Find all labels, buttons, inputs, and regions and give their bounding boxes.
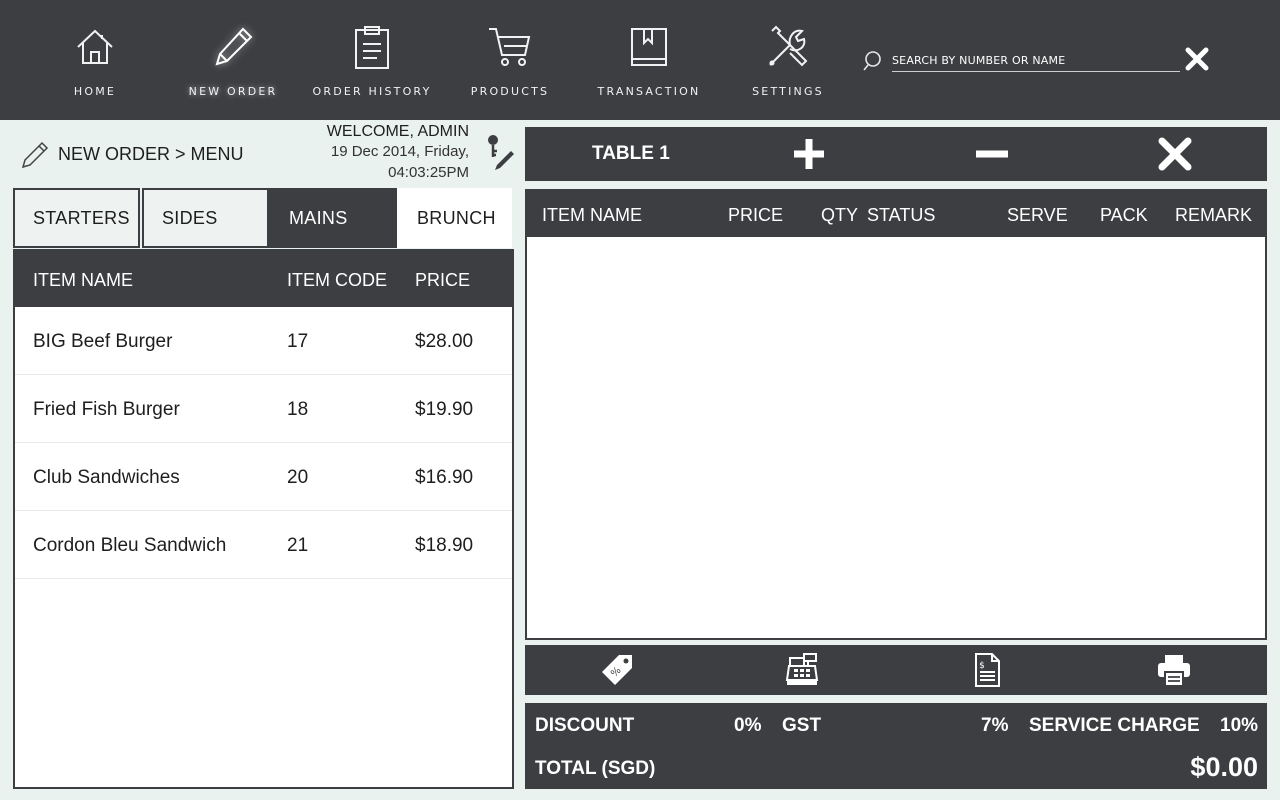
welcome-time: 04:03:25PM [388,164,469,181]
service-charge-value: 10% [1220,715,1259,736]
order-table-header: ITEM NAME PRICE QTY STATUS SERVE PACK RE… [527,191,1265,237]
invoice-icon[interactable]: $ [969,652,1005,688]
item-name: Fried Fish Burger [33,399,180,420]
top-nav-bar: HOME NEW ORDER ORDER HISTORY PRODUCTS TR… [0,0,1280,120]
order-summary: DISCOUNT 0% GST 7% SERVICE CHARGE 10% TO… [525,703,1267,789]
close-search-icon[interactable] [1184,46,1210,72]
gst-value: 7% [981,715,1009,736]
discount-label: DISCOUNT [535,715,635,736]
menu-row[interactable]: Club Sandwiches 20 $16.90 [15,443,512,511]
col-item-name: ITEM NAME [33,270,134,290]
minus-icon[interactable] [974,136,1010,172]
table-title: TABLE 1 [592,143,670,164]
nav-order-history-label: ORDER HISTORY [312,85,432,98]
key-pencil-icon[interactable] [484,133,516,173]
menu-table: ITEM NAME ITEM CODE PRICE BIG Beef Burge… [13,249,514,789]
col-order-remark: REMARK [1175,205,1253,225]
tab-mains[interactable]: MAINS [269,188,397,248]
action-bar: % $ [525,645,1267,695]
item-name: Cordon Bleu Sandwich [33,535,227,556]
item-price: $28.00 [415,331,474,352]
welcome-date: 19 Dec 2014, Friday, [330,143,469,160]
menu-row[interactable]: BIG Beef Burger 17 $28.00 [15,307,512,375]
clipboard-icon [347,22,397,72]
menu-row[interactable]: Cordon Bleu Sandwich 21 $18.90 [15,511,512,579]
table-bar: TABLE 1 [525,127,1267,181]
discount-value: 0% [734,715,762,736]
welcome-info: WELCOME, ADMIN 19 Dec 2014, Friday, 04:0… [249,123,469,183]
menu-row[interactable]: Fried Fish Burger 18 $19.90 [15,375,512,443]
welcome-user: WELCOME, ADMIN [326,123,469,140]
nav-products-label: PRODUCTS [470,85,550,98]
col-order-qty: QTY [821,205,859,225]
col-order-item-name: ITEM NAME [542,205,643,225]
col-item-code: ITEM CODE [287,270,388,290]
item-name: Club Sandwiches [33,467,180,488]
nav-new-order[interactable]: NEW ORDER [168,0,298,120]
col-price: PRICE [415,270,471,290]
nav-transaction-label: TRANSACTION [597,85,701,98]
home-icon [70,22,120,72]
tab-brunch[interactable]: BRUNCH [397,188,512,248]
discount-tag-icon[interactable]: % [599,652,635,688]
printer-icon[interactable] [1156,652,1192,688]
search-input[interactable] [892,50,1180,72]
col-order-status: STATUS [867,205,936,225]
search-bar [862,44,1192,74]
item-code: 17 [287,331,309,352]
tab-sides[interactable]: SIDES [142,188,269,248]
item-code: 20 [287,467,309,488]
nav-home-label: HOME [73,85,117,98]
item-name: BIG Beef Burger [33,331,173,352]
item-price: $19.90 [415,399,474,420]
search-icon [863,51,881,71]
col-order-pack: PACK [1100,205,1148,225]
tab-starters[interactable]: STARTERS [13,188,140,248]
nav-transaction[interactable]: TRANSACTION [584,0,714,120]
breadcrumb-pencil-icon [21,141,49,169]
total-label: TOTAL (SGD) [535,758,656,779]
item-price: $16.90 [415,467,474,488]
nav-settings-label: SETTINGS [752,85,824,98]
order-table: ITEM NAME PRICE QTY STATUS SERVE PACK RE… [525,189,1267,640]
nav-order-history[interactable]: ORDER HISTORY [307,0,437,120]
gst-label: GST [782,715,822,736]
nav-new-order-label: NEW ORDER [188,85,278,98]
service-charge-label: SERVICE CHARGE [1029,715,1200,736]
cash-register-icon[interactable] [784,652,820,688]
cart-icon [485,22,535,72]
nav-home[interactable]: HOME [30,0,160,120]
add-icon[interactable] [791,136,827,172]
item-price: $18.90 [415,535,474,556]
cancel-icon[interactable] [1157,136,1193,172]
nav-products[interactable]: PRODUCTS [445,0,575,120]
book-icon [624,22,674,72]
pencil-icon [208,22,258,72]
item-code: 18 [287,399,309,420]
svg-text:$: $ [979,661,985,671]
col-order-price: PRICE [728,205,784,225]
breadcrumb: NEW ORDER > MENU [58,144,244,164]
nav-settings[interactable]: SETTINGS [723,0,853,120]
tools-icon [763,22,813,72]
col-order-serve: SERVE [1007,205,1068,225]
category-tabs: STARTERS SIDES MAINS BRUNCH [13,188,513,248]
total-value: $0.00 [1190,752,1258,782]
menu-table-header: ITEM NAME ITEM CODE PRICE [15,251,512,307]
item-code: 21 [287,535,309,556]
